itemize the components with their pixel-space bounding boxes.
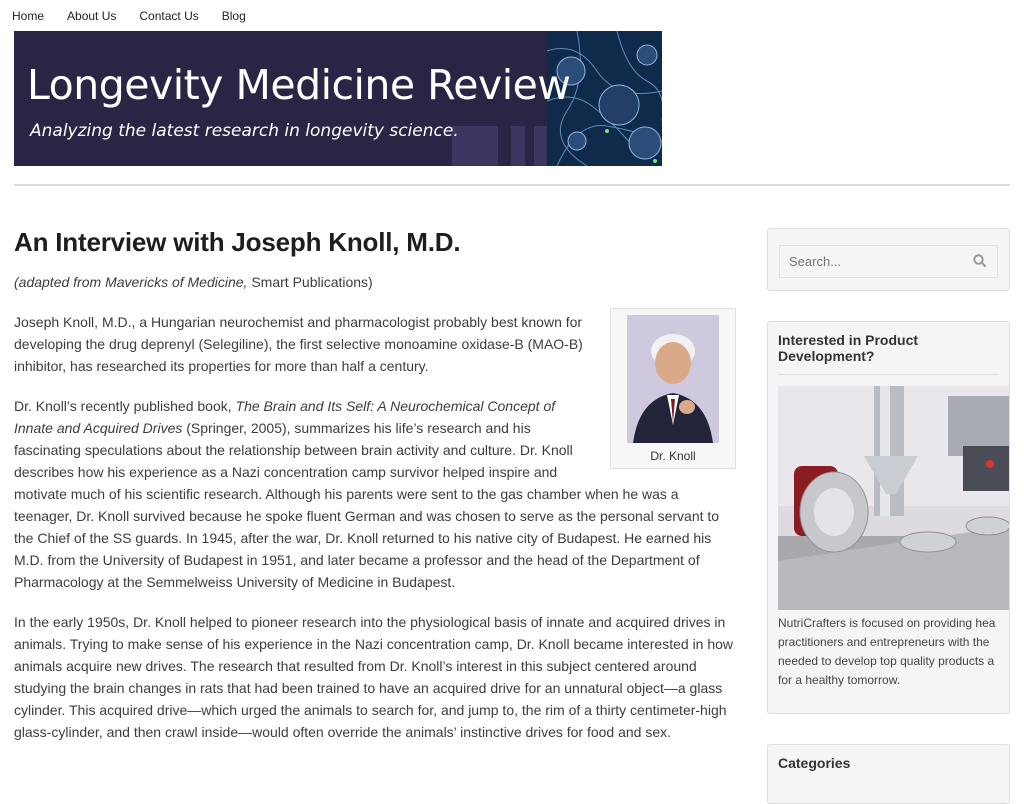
article-source: (adapted from Mavericks of Medicine, Sma…: [14, 271, 736, 293]
figure-caption: Dr. Knoll: [650, 449, 696, 463]
product-line-3: needed to develop top quality products a: [778, 654, 995, 668]
source-open: (adapted from: [14, 274, 106, 290]
site-banner[interactable]: Longevity Medicine Review Analyzing the …: [14, 31, 662, 166]
product-widget-title: Interested in Product Development?: [778, 332, 999, 375]
article: An Interview with Joseph Knoll, M.D. (ad…: [14, 226, 736, 761]
top-nav: Home About Us Contact Us Blog: [12, 8, 269, 24]
nav-about-link[interactable]: About Us: [67, 8, 116, 24]
nav-contact-link[interactable]: Contact Us: [139, 8, 198, 24]
product-development-widget: Interested in Product Development? Nutri…: [767, 321, 1010, 714]
search-input[interactable]: [780, 246, 969, 277]
product-line-1: NutriCrafters is focused on providing he…: [778, 616, 996, 630]
product-line-2: practitioners and entrepreneurs with the: [778, 635, 990, 649]
categories-widget: Categories: [767, 744, 1010, 804]
source-publisher: Smart Publications): [247, 274, 373, 290]
sidebar: Interested in Product Development? Nu: [767, 228, 1010, 804]
paragraph-2-intro: Dr. Knoll’s recently published book,: [14, 398, 236, 414]
product-line-4: for a healthy tomorrow.: [778, 673, 901, 687]
source-book-title: Mavericks of Medicine,: [105, 274, 248, 290]
banner-subtitle: Analyzing the latest research in longevi…: [30, 121, 459, 141]
author-photo: [627, 315, 719, 443]
header-divider: [14, 184, 1010, 186]
nav-home-link[interactable]: Home: [12, 8, 44, 24]
article-paragraph-3: In the early 1950s, Dr. Knoll helped to …: [14, 614, 734, 740]
nav-blog-link[interactable]: Blog: [222, 8, 246, 24]
categories-title: Categories: [778, 755, 851, 771]
article-title: An Interview with Joseph Knoll, M.D.: [14, 227, 461, 257]
banner-title: Longevity Medicine Review: [27, 61, 571, 109]
search-icon[interactable]: [973, 254, 987, 273]
search-box: [779, 245, 998, 278]
capsule-machine-image[interactable]: [778, 386, 1009, 610]
author-figure: Dr. Knoll: [610, 308, 736, 469]
search-widget: [767, 228, 1010, 291]
